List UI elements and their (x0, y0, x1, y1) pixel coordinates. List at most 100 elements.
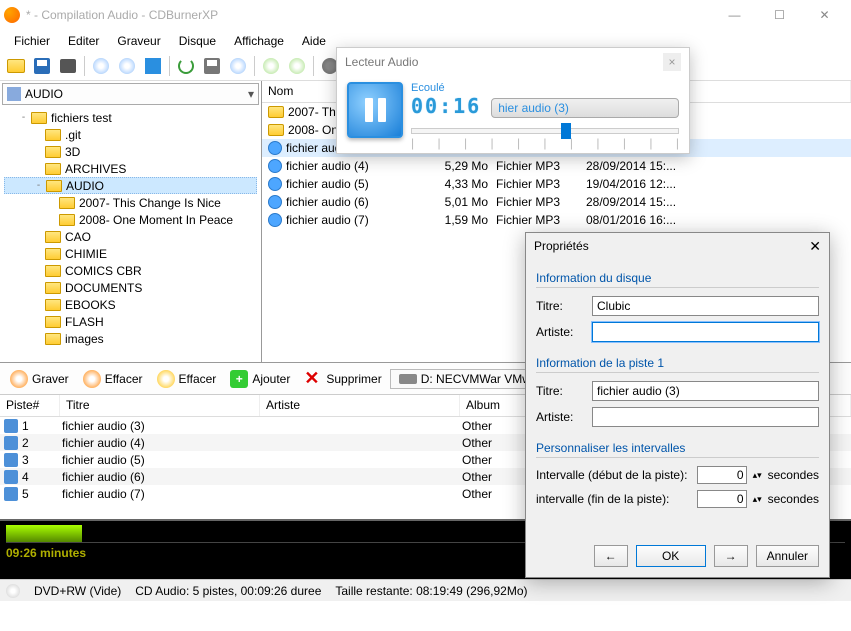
maximize-button[interactable]: ☐ (757, 1, 802, 29)
app-button[interactable] (141, 54, 165, 78)
print-button[interactable] (56, 54, 80, 78)
col-title[interactable]: Titre (60, 395, 260, 416)
folder-icon (46, 180, 62, 192)
tree-item[interactable]: DOCUMENTS (4, 279, 257, 296)
tree-item[interactable]: CAO (4, 228, 257, 245)
tree-item[interactable]: FLASH (4, 313, 257, 330)
audio-icon (268, 177, 282, 191)
spinner-icons[interactable]: ▴▾ (753, 494, 762, 505)
tree-label: .git (65, 128, 81, 142)
track-icon (4, 487, 18, 501)
tree-label: images (65, 332, 104, 346)
tree-label: EBOOKS (65, 298, 116, 312)
menu-affichage[interactable]: Affichage (226, 32, 292, 50)
track-title: fichier audio (4) (62, 436, 262, 450)
info-button[interactable] (226, 54, 250, 78)
expand-icon[interactable]: - (18, 112, 29, 123)
elapsed-label: Ecoulé (411, 82, 481, 94)
disc-add-button[interactable] (115, 54, 139, 78)
chevron-down-icon[interactable]: ▾ (248, 87, 254, 101)
track-number: 4 (22, 470, 62, 484)
prev-button[interactable]: ← (594, 545, 628, 567)
track-album: Other (462, 436, 492, 450)
properties-titlebar[interactable]: Propriétés ✕ (526, 233, 829, 259)
tree-item[interactable]: 2007- This Change Is Nice (4, 194, 257, 211)
folder-icon (45, 265, 61, 277)
tree-item[interactable]: ARCHIVES (4, 160, 257, 177)
disc-remove-button[interactable] (89, 54, 113, 78)
tree-item[interactable]: images (4, 330, 257, 347)
tree-item[interactable]: -AUDIO (4, 177, 257, 194)
tree-label: DOCUMENTS (65, 281, 142, 295)
file-row[interactable]: fichier audio (6)5,01 MoFichier MP328/09… (262, 193, 851, 211)
audio-player-window[interactable]: Lecteur Audio × Ecoulé 00:16 hier audio … (336, 47, 690, 154)
track-title-input[interactable] (592, 381, 819, 401)
tree-item[interactable]: 2008- One Moment In Peace (4, 211, 257, 228)
next-button[interactable]: → (714, 545, 748, 567)
save-icon (34, 58, 50, 74)
tree-item[interactable]: CHIMIE (4, 245, 257, 262)
menu-aide[interactable]: Aide (294, 32, 334, 50)
gap-start-input[interactable] (697, 466, 747, 484)
erase-button[interactable]: Effacer (77, 368, 149, 390)
burn-button[interactable]: Graver (4, 368, 75, 390)
audio-icon (268, 159, 282, 173)
status-drive: DVD+RW (Vide) (34, 584, 121, 598)
file-name: fichier audio (6) (286, 195, 426, 209)
file-row[interactable]: fichier audio (4)5,29 MoFichier MP328/09… (262, 157, 851, 175)
slider-thumb[interactable] (561, 123, 571, 139)
properties-dialog[interactable]: Propriétés ✕ Information du disque Titre… (525, 232, 830, 578)
expand-icon[interactable]: - (33, 180, 44, 191)
disc-info-section: Information du disque (536, 271, 819, 288)
minimize-button[interactable]: — (712, 1, 757, 29)
file-row[interactable]: fichier audio (7)1,59 MoFichier MP308/01… (262, 211, 851, 229)
folder-tree[interactable]: -fichiers test .git3D ARCHIVES-AUDIO2007- … (0, 107, 261, 362)
menu-fichier[interactable]: Fichier (6, 32, 58, 50)
tree-item[interactable]: COMICS CBR (4, 262, 257, 279)
close-button[interactable]: ✕ (802, 1, 847, 29)
col-track[interactable]: Piste# (0, 395, 60, 416)
cancel-button[interactable]: Annuler (756, 545, 819, 567)
track-number: 3 (22, 453, 62, 467)
disc-info-icon (230, 58, 246, 74)
file-row[interactable]: fichier audio (5)4,33 MoFichier MP319/04… (262, 175, 851, 193)
track-icon (4, 453, 18, 467)
open-button[interactable] (4, 54, 28, 78)
disc-title-input[interactable] (592, 296, 819, 316)
delete-button[interactable]: ✕Supprimer (298, 368, 387, 390)
col-artist[interactable]: Artiste (260, 395, 460, 416)
spinner-icons[interactable]: ▴▾ (753, 470, 762, 481)
menu-disque[interactable]: Disque (171, 32, 224, 50)
clear-button[interactable]: Effacer (151, 368, 223, 390)
menu-graveur[interactable]: Graveur (109, 32, 168, 50)
tree-item[interactable]: 3D (4, 143, 257, 160)
folder-icon (45, 333, 61, 345)
folder-icon (45, 129, 61, 141)
folder-tree-pane: AUDIO ▾ -fichiers test .git3D ARCHIVES-AUD… (0, 81, 262, 362)
save-button[interactable] (30, 54, 54, 78)
tree-item[interactable]: -fichiers test (4, 109, 257, 126)
ok-button[interactable]: OK (636, 545, 706, 567)
properties-close-button[interactable]: ✕ (809, 238, 821, 255)
disc-artist-input[interactable] (592, 322, 819, 342)
tree-label: ARCHIVES (65, 162, 126, 176)
refresh-button[interactable] (174, 54, 198, 78)
breadcrumb[interactable]: AUDIO ▾ (2, 83, 259, 105)
burn-disc2-button[interactable] (285, 54, 309, 78)
burn-disc-button[interactable] (259, 54, 283, 78)
copy-button[interactable] (200, 54, 224, 78)
menu-editer[interactable]: Editer (60, 32, 107, 50)
gap-end-input[interactable] (697, 490, 747, 508)
tree-item[interactable]: .git (4, 126, 257, 143)
pause-button[interactable] (347, 82, 403, 138)
player-close-button[interactable]: × (663, 53, 681, 71)
refresh-icon (178, 58, 194, 74)
add-button[interactable]: +Ajouter (224, 368, 296, 390)
player-titlebar[interactable]: Lecteur Audio × (337, 48, 689, 76)
burn-icon (10, 370, 28, 388)
separator (254, 56, 255, 76)
seek-slider[interactable] (411, 128, 679, 134)
tree-item[interactable]: EBOOKS (4, 296, 257, 313)
track-artist-input[interactable] (592, 407, 819, 427)
track-icon (4, 436, 18, 450)
